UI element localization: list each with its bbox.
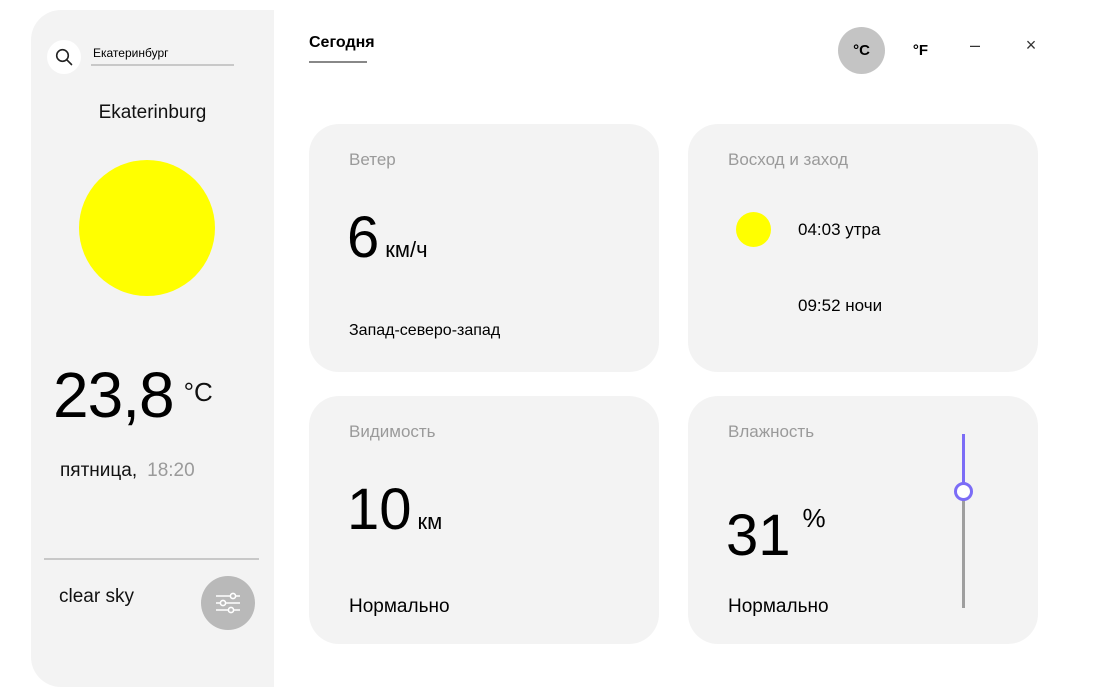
current-temperature: 23,8 °C	[53, 358, 213, 432]
celsius-button[interactable]: °C	[838, 27, 885, 74]
temperature-value: 23,8	[53, 359, 175, 431]
search-icon	[55, 48, 73, 66]
humidity-slider-track[interactable]	[962, 499, 965, 608]
visibility-title: Видимость	[349, 422, 436, 441]
search-input[interactable]	[91, 42, 234, 66]
sunrise-icon	[736, 212, 771, 247]
search-button[interactable]	[47, 40, 81, 74]
city-name: Ekaterinburg	[98, 102, 207, 123]
sunrise-sunset-card: Восход и заход 04:03 утра 09:52 ночи	[688, 124, 1038, 372]
fahrenheit-button[interactable]: °F	[897, 27, 944, 74]
humidity-slider-handle[interactable]	[954, 482, 973, 501]
humidity-unit: %	[802, 503, 826, 533]
humidity-card: Влажность 31% Нормально	[688, 396, 1038, 644]
humidity-title: Влажность	[728, 422, 815, 441]
wind-speed-value: 6	[347, 205, 380, 270]
sunset-time: 09:52 ночи	[798, 295, 883, 315]
sidebar: Ekaterinburg 23,8 °C пятница, 18:20 clear …	[31, 10, 274, 687]
wind-card: Ветер 6 км/ч Запад-северо-запад	[309, 124, 659, 372]
visibility-value: 10	[347, 477, 412, 542]
minimize-button[interactable]: –	[963, 32, 987, 58]
humidity-value: 31	[726, 503, 791, 568]
tab-active-indicator	[309, 61, 367, 63]
wind-title: Ветер	[349, 150, 396, 169]
temperature-unit: °C	[183, 377, 213, 407]
sunrise-row: 04:03 утра	[736, 212, 880, 247]
wind-direction: Запад-северо-запад	[349, 322, 501, 339]
sliders-icon	[216, 592, 240, 614]
sidebar-divider	[44, 558, 259, 560]
visibility-status: Нормально	[349, 596, 450, 617]
date-time: пятница, 18:20	[60, 460, 195, 482]
close-button[interactable]: ×	[1019, 32, 1043, 58]
moon-icon	[747, 292, 765, 317]
humidity-value-row: 31%	[726, 502, 826, 569]
sunset-row: 09:52 ночи	[736, 288, 882, 323]
visibility-card: Видимость 10 км Нормально	[309, 396, 659, 644]
day-name: пятница,	[60, 460, 138, 481]
visibility-unit: км	[417, 509, 443, 534]
wind-speed-unit: км/ч	[385, 237, 428, 262]
wind-speed: 6 км/ч	[347, 204, 428, 271]
sunrise-sunset-title: Восход и заход	[728, 150, 849, 169]
current-time: 18:20	[147, 460, 195, 481]
visibility-value-row: 10 км	[347, 476, 442, 543]
settings-button[interactable]	[201, 576, 255, 630]
humidity-status: Нормально	[728, 596, 829, 617]
humidity-slider-fill	[962, 434, 965, 484]
sunrise-time: 04:03 утра	[798, 219, 881, 239]
tab-today[interactable]: Сегодня	[309, 34, 375, 52]
sun-icon	[79, 160, 215, 296]
weather-condition: clear sky	[59, 586, 134, 607]
